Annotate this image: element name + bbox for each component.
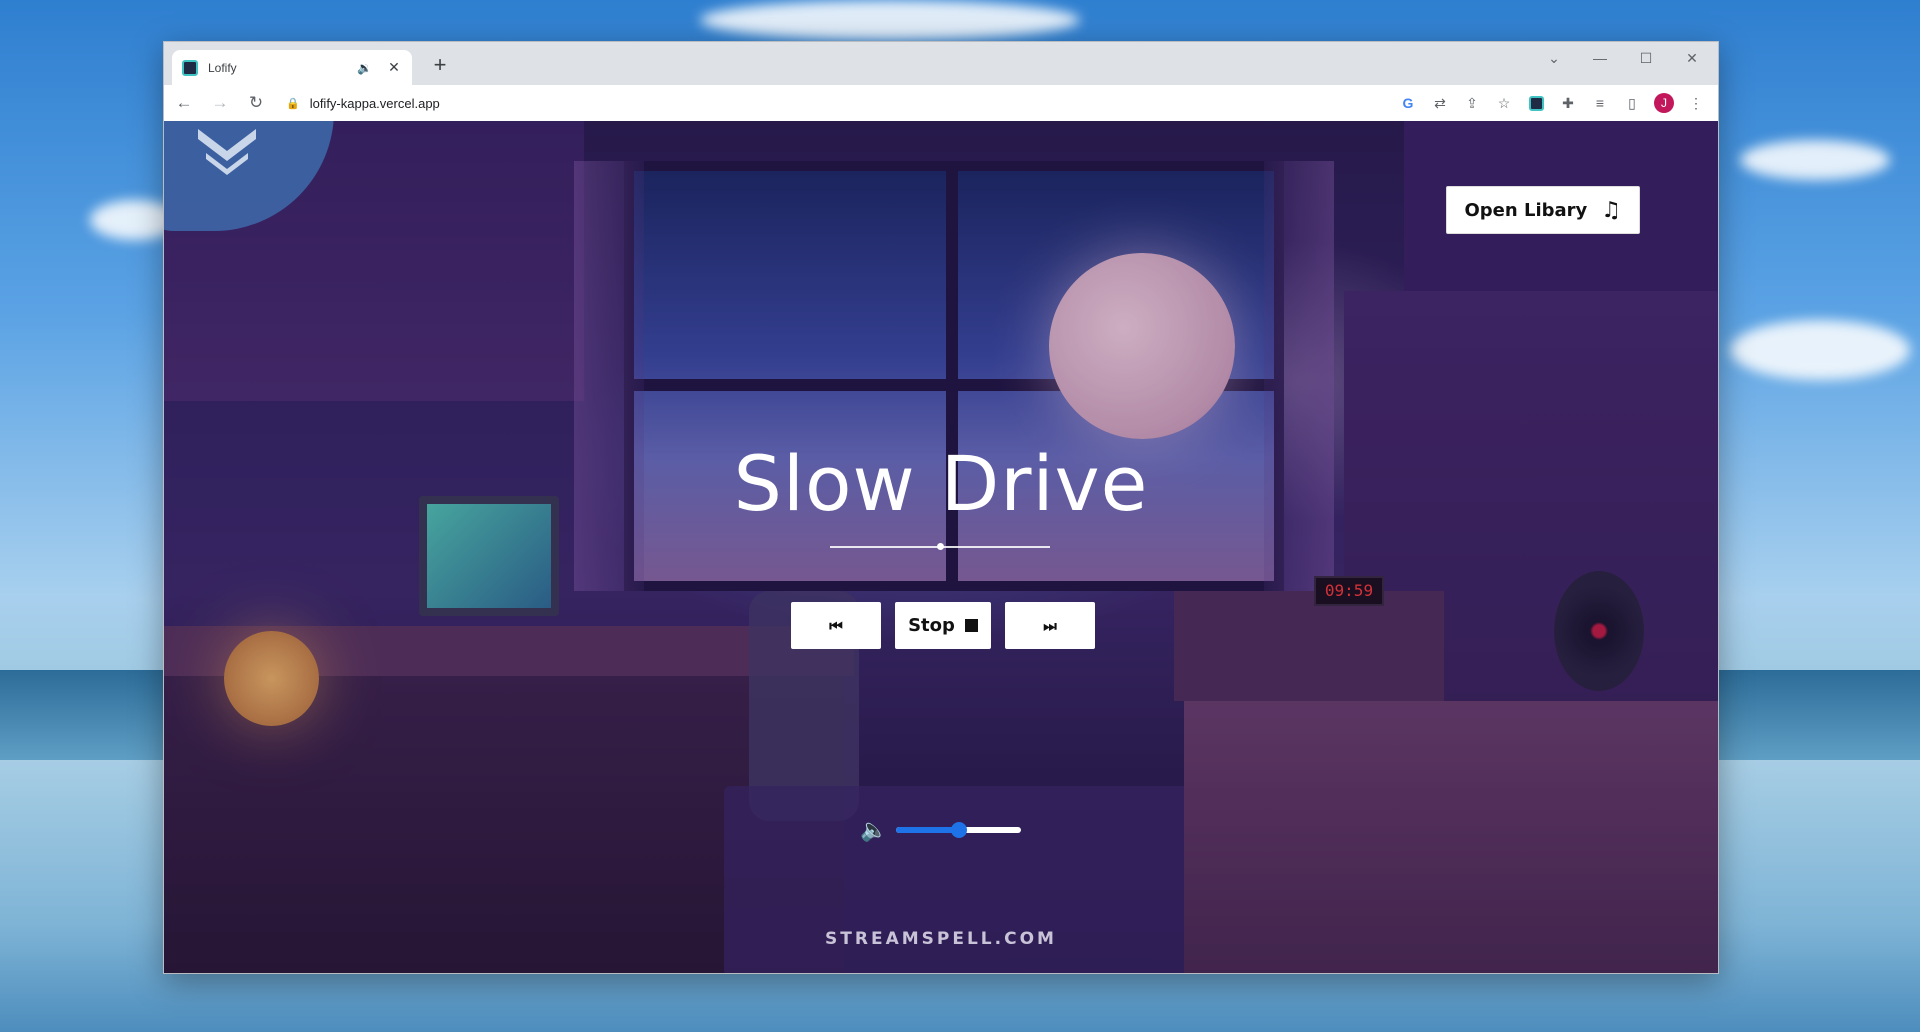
volume-slider-thumb[interactable] (950, 822, 967, 838)
stop-button[interactable]: Stop (895, 602, 991, 649)
playback-controls: ⏮ Stop ⏭ (164, 602, 1718, 649)
menu-kebab-icon[interactable]: ⋮ (1682, 89, 1710, 117)
music-note-icon: ♫ (1601, 197, 1621, 223)
stop-label: Stop (908, 615, 955, 636)
volume-slider-fill (896, 827, 959, 833)
stop-icon (964, 619, 978, 632)
progress-thumb[interactable] (937, 543, 944, 550)
back-arrow-icon[interactable]: ← (168, 87, 200, 119)
desktop-cloud (1730, 320, 1910, 380)
minimize-button[interactable]: — (1580, 48, 1620, 68)
page-viewport: 09:59 Open Libary ♫ Slow Drive ⏮ Stop ⏭ … (164, 121, 1718, 973)
lock-icon[interactable]: 🔒 (286, 97, 300, 110)
google-lens-icon[interactable]: G (1394, 89, 1422, 117)
side-panel-icon[interactable]: ▯ (1618, 89, 1646, 117)
url-text: lofify-kappa.vercel.app (309, 95, 440, 111)
maximize-button[interactable]: ☐ (1626, 48, 1666, 68)
tab-close-icon[interactable]: ✕ (386, 59, 402, 76)
reload-icon[interactable]: ↻ (240, 87, 272, 119)
new-tab-button[interactable]: + (426, 53, 454, 77)
bookmark-star-icon[interactable]: ☆ (1490, 89, 1518, 117)
streamspell-brand[interactable]: STREAMSPELL.COM (164, 929, 1718, 949)
open-library-button[interactable]: Open Libary ♫ (1445, 186, 1640, 234)
desktop-cloud (1740, 140, 1890, 180)
skip-previous-icon: ⏮ (829, 616, 843, 635)
tab-lofify[interactable]: Lofify 🔉 ✕ (172, 50, 412, 85)
extension-react-icon[interactable] (1522, 89, 1550, 117)
next-track-button[interactable]: ⏭ (1005, 602, 1095, 649)
song-title: Slow Drive (733, 439, 1149, 528)
skip-next-icon: ⏭ (1043, 616, 1057, 635)
open-library-label: Open Libary (1464, 199, 1588, 221)
favicon-icon (182, 59, 198, 76)
close-window-button[interactable]: ✕ (1672, 48, 1712, 68)
previous-track-button[interactable]: ⏮ (791, 602, 881, 649)
forward-arrow-icon[interactable]: → (204, 87, 236, 119)
tab-title: Lofify (208, 60, 237, 75)
volume-slider[interactable] (896, 822, 1021, 838)
address-bar[interactable]: 🔒 lofify-kappa.vercel.app (278, 89, 1378, 117)
translate-icon[interactable]: ⇄ (1426, 89, 1454, 117)
lofify-logo-icon[interactable] (196, 123, 258, 175)
progress-bar[interactable] (830, 543, 1050, 550)
desktop-cloud (700, 0, 1080, 40)
volume-control: 🔈 (860, 817, 1021, 843)
audio-playing-icon[interactable]: 🔉 (357, 61, 372, 75)
media-control-icon[interactable]: ≡ (1586, 89, 1614, 117)
browser-window: Lofify 🔉 ✕ + ⌄ — ☐ ✕ ← → ↻ 🔒 lofify-kapp… (163, 41, 1719, 974)
tab-strip: Lofify 🔉 ✕ + ⌄ — ☐ ✕ (164, 42, 1718, 85)
profile-avatar[interactable]: J (1650, 89, 1678, 117)
share-icon[interactable]: ⇪ (1458, 89, 1486, 117)
browser-toolbar: ← → ↻ 🔒 lofify-kappa.vercel.app G ⇄ ⇪ ☆ … (164, 85, 1718, 121)
extensions-puzzle-icon[interactable]: ✚ (1554, 89, 1582, 117)
tab-search-icon[interactable]: ⌄ (1534, 48, 1574, 68)
toolbar-actions: G ⇄ ⇪ ☆ ✚ ≡ ▯ J ⋮ (1394, 85, 1710, 121)
speaker-icon[interactable]: 🔈 (860, 817, 887, 843)
